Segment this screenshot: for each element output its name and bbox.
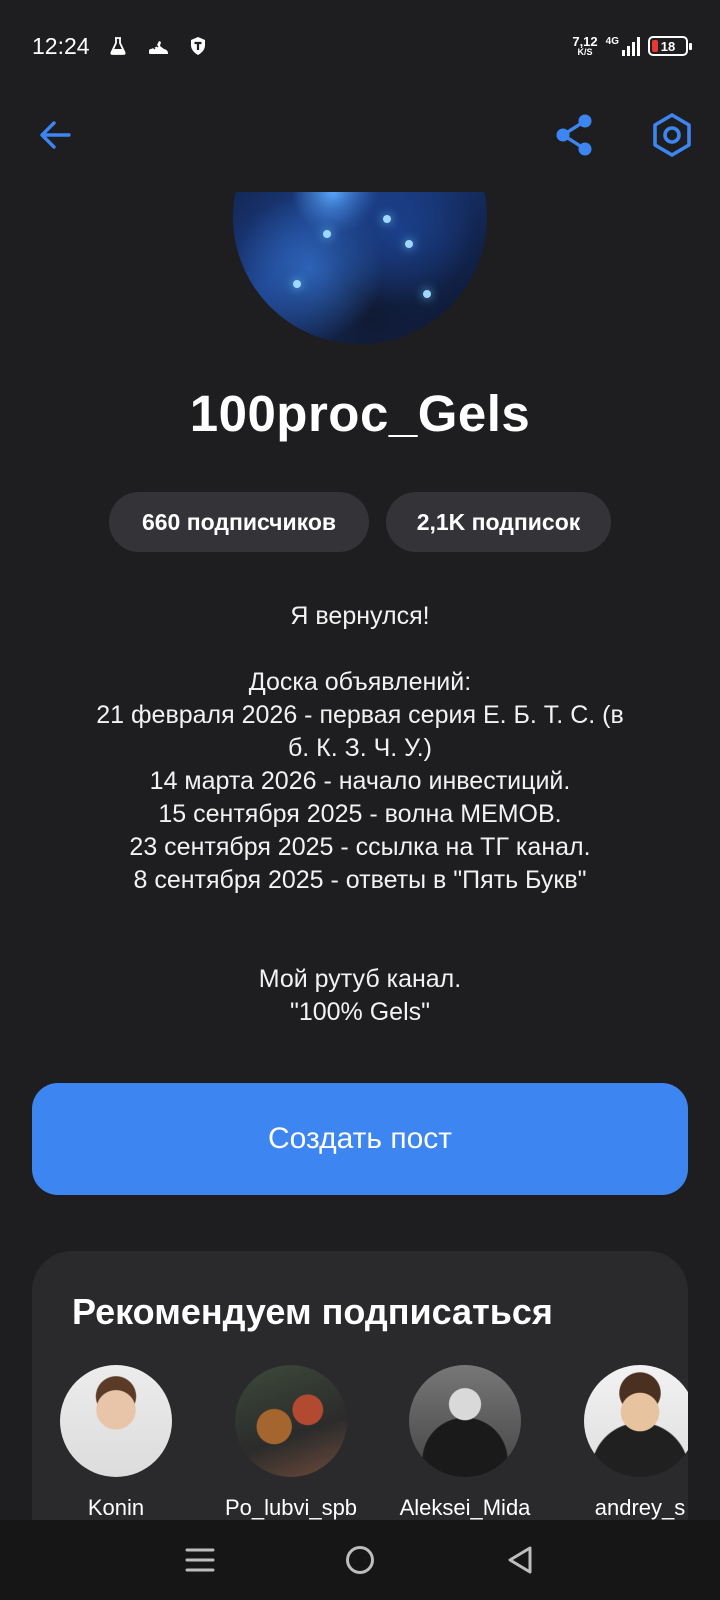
share-icon — [556, 114, 592, 156]
bio-line: Мой рутуб канал. — [258, 965, 462, 993]
recommendations-title: Рекомендуем подписаться — [72, 1291, 553, 1332]
avatar-image — [233, 192, 487, 344]
network-speed: 7,12 K/S — [572, 35, 597, 57]
network-type: 4G — [605, 36, 619, 47]
battery-level-fill — [652, 40, 658, 52]
arrow-left-icon — [40, 121, 71, 149]
back-button[interactable] — [25, 105, 85, 165]
create-post-button[interactable]: Создать пост — [32, 1083, 688, 1195]
status-time: 12:24 — [32, 32, 90, 59]
following-count-button[interactable]: 2,1K подписок — [386, 492, 611, 552]
bio-line: 15 сентября 2025 - волна МЕМОВ. — [158, 800, 562, 828]
recommended-user-name: andrey_s — [594, 1495, 686, 1520]
shield-t-icon — [186, 34, 210, 58]
recommended-user-name: Po_lubvi_spb — [224, 1495, 358, 1520]
battery-icon: 18 — [648, 36, 692, 56]
battery-level: 18 — [660, 38, 676, 54]
bio-line: 23 сентября 2025 - ссылка на ТГ канал. — [129, 833, 591, 861]
status-right: 7,12 K/S 4G 18 — [572, 35, 692, 57]
system-back-button[interactable] — [490, 1530, 550, 1590]
recent-apps-button[interactable] — [170, 1530, 230, 1590]
profile-bio: Я вернулся! Доска объявлений: 21 февраля… — [48, 600, 672, 1029]
status-bar: 12:24 7,12 K/S 4G 18 — [0, 0, 720, 92]
flask-icon — [106, 34, 130, 58]
triangle-back-icon — [508, 1546, 532, 1574]
settings-button[interactable] — [642, 105, 702, 165]
avatar — [60, 1365, 172, 1477]
home-button[interactable] — [330, 1530, 390, 1590]
bio-line: Доска объявлений: — [248, 668, 472, 696]
bio-line: Я вернулся! — [290, 602, 430, 630]
avatar — [235, 1365, 347, 1477]
network-speed-unit: K/S — [577, 47, 593, 57]
recommended-user[interactable]: andrey_s — [570, 1365, 688, 1521]
recommended-user[interactable]: Konin — [46, 1365, 186, 1521]
recommended-user-name: Aleksei_Mida — [399, 1495, 531, 1520]
bio-line: 8 сентября 2025 - ответы в "Пять Букв" — [133, 866, 587, 894]
recommended-user[interactable]: Po_lubvi_spb — [221, 1365, 361, 1521]
system-navigation-bar — [0, 1520, 720, 1600]
signal-icon: 4G — [606, 36, 640, 56]
profile-avatar[interactable] — [233, 192, 487, 344]
followers-count-button[interactable]: 660 подписчиков — [109, 492, 369, 552]
profile-username: 100proc_Gels — [189, 385, 531, 442]
bio-line: 14 марта 2026 - начало инвестиций. — [149, 767, 571, 795]
status-left: 12:24 — [32, 33, 210, 60]
recommended-user[interactable]: Aleksei_Mida — [395, 1365, 535, 1521]
bio-line: б. К. З. Ч. У.) — [287, 734, 433, 762]
bio-line: 21 февраля 2026 - первая серия Е. Б. Т. … — [96, 701, 624, 729]
hexagon-settings-icon — [653, 113, 691, 157]
bio-line: "100% Gels" — [289, 998, 431, 1026]
share-button[interactable] — [544, 105, 604, 165]
recommended-user-name: Konin — [87, 1495, 145, 1520]
avatar — [409, 1365, 521, 1477]
menu-icon — [185, 1548, 215, 1572]
avatar — [584, 1365, 688, 1477]
home-circle-icon — [346, 1546, 374, 1574]
sneaker-icon — [146, 34, 170, 58]
